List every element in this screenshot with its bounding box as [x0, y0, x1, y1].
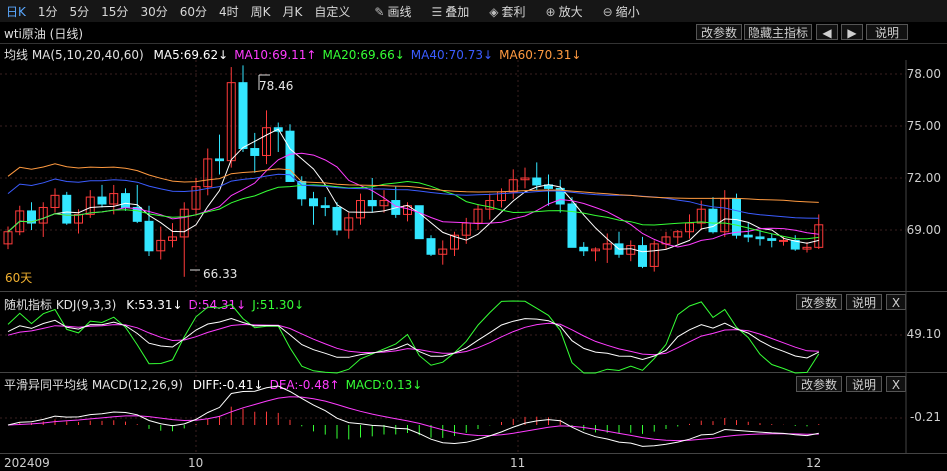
candle-body	[121, 193, 130, 208]
candle-body	[426, 238, 436, 255]
candle-body	[767, 238, 777, 241]
candle-body	[97, 196, 107, 205]
candle-body	[250, 148, 260, 156]
candle-body	[755, 236, 765, 240]
candle-body	[332, 206, 342, 231]
kdj-k-line	[7, 317, 820, 361]
candle-body	[285, 130, 295, 182]
candle-body	[779, 239, 788, 242]
candle-body	[743, 234, 753, 238]
candle-body	[367, 200, 377, 207]
candle-body	[579, 246, 589, 252]
candle-body	[215, 158, 224, 162]
candle-body	[708, 208, 718, 233]
candle-body	[320, 205, 330, 208]
candle-body	[62, 194, 72, 224]
candle-body	[532, 177, 542, 186]
macd-dea-line	[7, 396, 819, 442]
candlestick-chart[interactable]	[0, 0, 947, 471]
candle-body	[309, 198, 318, 207]
candle-body	[567, 203, 577, 248]
candle-body	[638, 245, 647, 267]
candle-body	[732, 198, 741, 236]
candle-body	[297, 180, 307, 200]
candle-body	[238, 82, 248, 150]
candle-body	[144, 220, 154, 252]
kdj-j-line	[7, 300, 820, 374]
